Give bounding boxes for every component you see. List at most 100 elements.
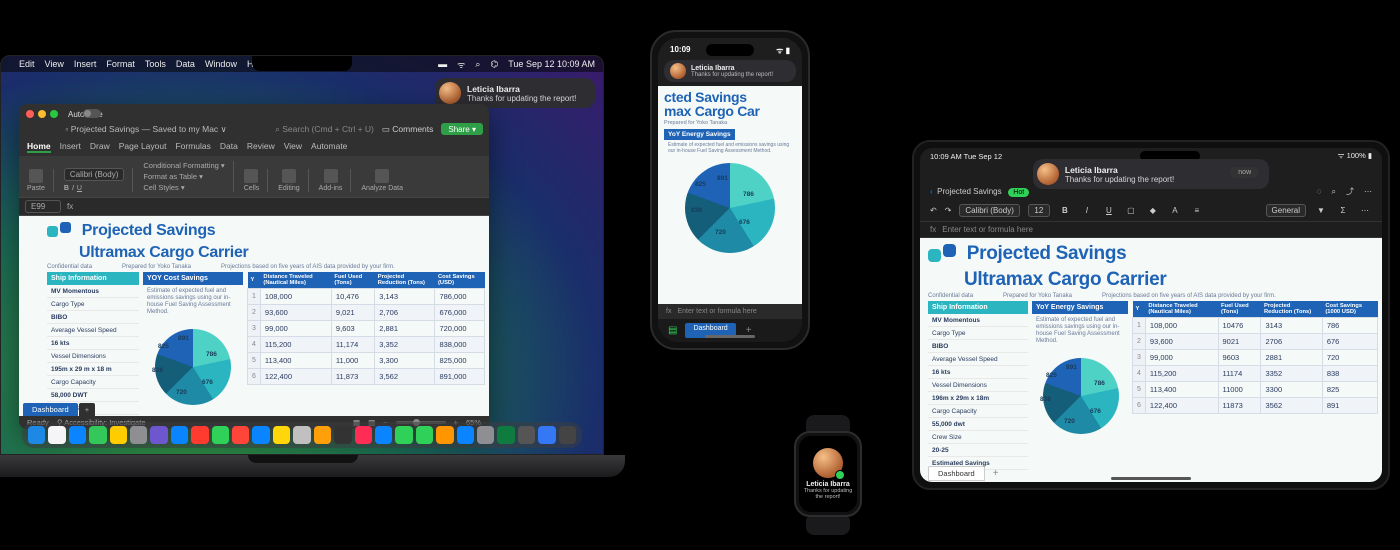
table-cell[interactable]: 3,562	[375, 369, 435, 385]
table-cell[interactable]: 825,000	[435, 353, 485, 369]
table-cell[interactable]: 93,600	[1145, 334, 1218, 350]
sheet-tab-dashboard[interactable]: Dashboard	[23, 403, 78, 416]
dock-app-icon[interactable]	[518, 426, 535, 444]
table-cell[interactable]: 10,476	[331, 289, 374, 305]
add-sheet-button[interactable]: +	[987, 466, 1005, 481]
iphone-notification-toast[interactable]: Leticia Ibarra Thanks for updating the r…	[664, 60, 796, 82]
dock-app-icon[interactable]	[538, 426, 555, 444]
addins-icon[interactable]	[324, 169, 338, 183]
table-cell[interactable]: 2,881	[375, 321, 435, 337]
fx-icon[interactable]: fx	[67, 202, 73, 211]
paste-icon[interactable]	[29, 169, 43, 183]
comments-button[interactable]: ▭ Comments	[382, 124, 434, 135]
autosave-toggle[interactable]	[83, 109, 101, 118]
table-cell[interactable]: 9021	[1218, 334, 1261, 350]
table-cell[interactable]: 3352	[1261, 366, 1322, 382]
tab-home[interactable]: Home	[27, 141, 51, 153]
document-saved-location[interactable]: — Saved to my Mac ∨	[142, 124, 227, 134]
back-button[interactable]: ‹	[930, 187, 933, 196]
dock-app-icon[interactable]	[130, 426, 147, 444]
table-cell[interactable]: 11,873	[331, 369, 374, 385]
tab-data[interactable]: Data	[220, 141, 238, 153]
menu-edit[interactable]: Edit	[19, 59, 35, 69]
dock-app-icon[interactable]	[293, 426, 310, 444]
lightbulb-icon[interactable]: ◌	[1317, 187, 1322, 196]
table-cell[interactable]: 6	[1133, 398, 1146, 414]
table-cell[interactable]: 108,000	[260, 289, 331, 305]
table-row[interactable]: 4115,20011,1743,352838,000	[248, 337, 485, 353]
iphone-spreadsheet[interactable]: cted Savings max Cargo Car Prepared for …	[658, 86, 802, 304]
menu-data[interactable]: Data	[176, 59, 195, 69]
align-button[interactable]: ≡	[1190, 203, 1204, 217]
table-cell[interactable]: 676	[1322, 334, 1377, 350]
font-selector[interactable]: Calibri (Body)	[959, 204, 1019, 217]
tab-page-layout[interactable]: Page Layout	[119, 141, 167, 153]
font-size-selector[interactable]: 12	[1028, 204, 1050, 217]
analyze-icon[interactable]	[375, 169, 389, 183]
iphone-formula-bar[interactable]: fx Enter text or formula here	[658, 304, 802, 319]
sheet-tabs-expand-icon[interactable]: ▤	[664, 323, 681, 338]
dock-app-icon[interactable]	[273, 426, 290, 444]
dock-app-icon[interactable]	[355, 426, 372, 444]
filter-icon[interactable]: ▼	[1314, 203, 1328, 217]
add-sheet-button[interactable]: +	[79, 403, 95, 416]
dock-app-icon[interactable]	[191, 426, 208, 444]
dock-app-icon[interactable]	[232, 426, 249, 444]
dock-app-icon[interactable]	[48, 426, 65, 444]
battery-icon[interactable]: ▬	[438, 59, 447, 69]
dock-app-icon[interactable]	[559, 426, 576, 444]
home-indicator[interactable]	[1111, 477, 1191, 480]
table-cell[interactable]: 676,000	[435, 305, 485, 321]
table-cell[interactable]: 3	[1133, 350, 1146, 366]
tab-view[interactable]: View	[284, 141, 302, 153]
table-cell[interactable]: 891,000	[435, 369, 485, 385]
dock-app-icon[interactable]	[252, 426, 269, 444]
dock-app-icon[interactable]	[314, 426, 331, 444]
table-cell[interactable]: 113,400	[1145, 382, 1218, 398]
wifi-icon[interactable]: ᯤ	[457, 58, 465, 71]
undo-button[interactable]: ↶	[930, 206, 937, 215]
table-cell[interactable]: 11873	[1218, 398, 1261, 414]
tab-insert[interactable]: Insert	[60, 141, 81, 153]
menu-tools[interactable]: Tools	[145, 59, 166, 69]
table-row[interactable]: 293,6009,0212,706676,000	[248, 305, 485, 321]
dock-app-icon[interactable]	[477, 426, 494, 444]
table-cell[interactable]: 9,021	[331, 305, 374, 321]
table-cell[interactable]: 9603	[1218, 350, 1261, 366]
table-cell[interactable]: 2881	[1261, 350, 1322, 366]
table-cell[interactable]: 786	[1322, 318, 1377, 334]
table-cell[interactable]: 115,200	[260, 337, 331, 353]
table-cell[interactable]: 11,174	[331, 337, 374, 353]
table-cell[interactable]: 108,000	[1145, 318, 1218, 334]
control-center-icon[interactable]: ⌬	[490, 59, 498, 70]
tab-formulas[interactable]: Formulas	[175, 141, 210, 153]
cell-styles-button[interactable]: Cell Styles ▾	[143, 183, 184, 192]
dock-app-icon[interactable]	[436, 426, 453, 444]
table-cell[interactable]: 3	[248, 321, 261, 337]
cells-icon[interactable]	[244, 169, 258, 183]
spreadsheet-canvas[interactable]: Projected Savings Ultramax Cargo Carrier…	[19, 216, 489, 416]
dock-app-icon[interactable]	[334, 426, 351, 444]
table-cell[interactable]: 99,000	[260, 321, 331, 337]
table-cell[interactable]: 2,706	[375, 305, 435, 321]
italic-button[interactable]: I	[72, 185, 74, 192]
menu-insert[interactable]: Insert	[74, 59, 97, 69]
close-window-button[interactable]	[26, 110, 34, 118]
table-row[interactable]: 1108,000104763143786	[1133, 318, 1378, 334]
italic-button[interactable]: I	[1080, 203, 1094, 217]
number-format-selector[interactable]: General	[1266, 204, 1306, 217]
table-cell[interactable]: 3,300	[375, 353, 435, 369]
table-cell[interactable]: 3,352	[375, 337, 435, 353]
editing-icon[interactable]	[282, 169, 296, 183]
dock-app-icon[interactable]	[416, 426, 433, 444]
table-cell[interactable]: 10476	[1218, 318, 1261, 334]
ipad-notification-toast[interactable]: Leticia Ibarra Thanks for updating the r…	[1033, 159, 1269, 189]
table-row[interactable]: 4115,200111743352838	[1133, 366, 1378, 382]
fill-color-button[interactable]: ◆	[1146, 203, 1160, 217]
table-cell[interactable]: 5	[1133, 382, 1146, 398]
fullscreen-window-button[interactable]	[50, 110, 58, 118]
underline-button[interactable]: U	[77, 185, 82, 192]
table-row[interactable]: 399,00096032881720	[1133, 350, 1378, 366]
table-cell[interactable]: 2	[1133, 334, 1146, 350]
table-cell[interactable]: 2706	[1261, 334, 1322, 350]
